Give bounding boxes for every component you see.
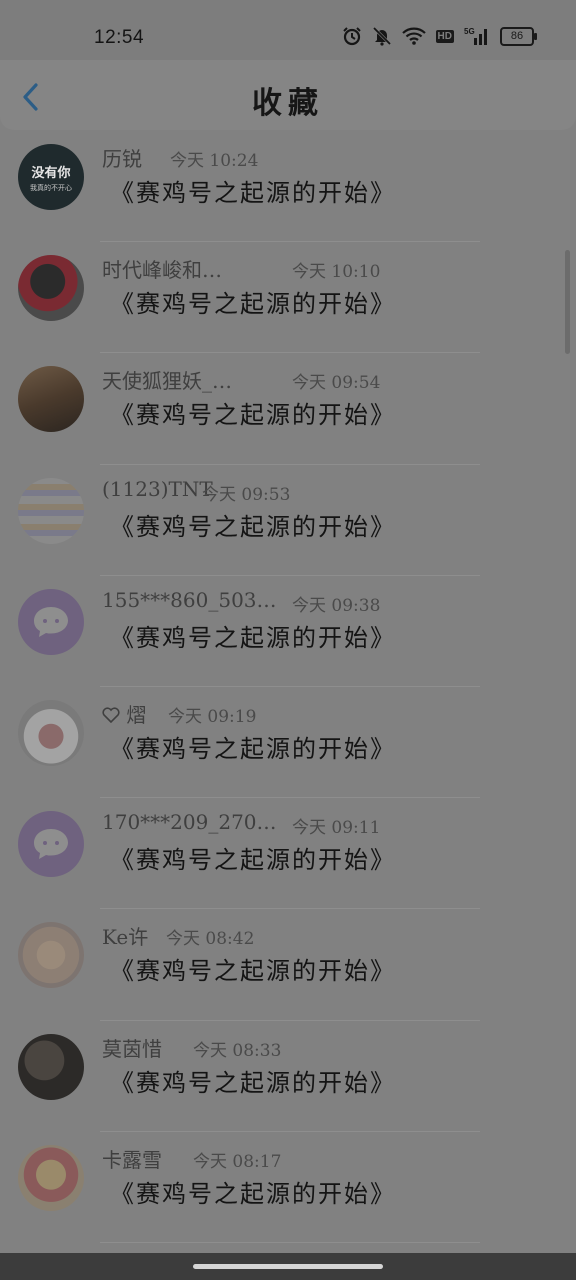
mute-icon (372, 26, 391, 46)
message-time: 今天 09:19 (168, 706, 257, 727)
battery-level: 86 (510, 30, 524, 42)
avatar-subtext: 我真的不开心 (30, 183, 72, 192)
avatar (18, 588, 84, 655)
avatar (18, 1144, 84, 1211)
status-bar: 12:54 HD 5G 86 (0, 0, 576, 60)
sender-name: 天使狐狸妖_… (102, 369, 232, 394)
home-indicator[interactable] (193, 1264, 383, 1269)
svg-text:5G: 5G (464, 27, 475, 36)
navigation-bar (0, 1253, 576, 1280)
avatar (18, 922, 84, 989)
message-time: 今天 08:33 (193, 1040, 282, 1061)
chat-bubble-icon (34, 829, 68, 860)
status-icons: HD 5G 86 (342, 26, 537, 46)
message-time: 今天 08:17 (193, 1151, 282, 1172)
message-text: 《赛鸡号之起源的开始》 (110, 290, 396, 319)
message-text: 《赛鸡号之起源的开始》 (110, 1068, 396, 1097)
message-text: 《赛鸡号之起源的开始》 (110, 846, 396, 875)
list-item[interactable]: 莫茵惜 今天 08:33 《赛鸡号之起源的开始》 (0, 1021, 576, 1132)
status-time: 12:54 (94, 27, 145, 48)
wifi-icon (401, 27, 426, 45)
alarm-icon (342, 27, 361, 46)
avatar (18, 1033, 84, 1100)
message-time: 今天 09:38 (292, 595, 381, 616)
avatar (18, 811, 84, 878)
message-time: 今天 09:11 (292, 818, 381, 839)
avatar: 没有你 我真的不开心 (18, 144, 84, 210)
message-text: 《赛鸡号之起源的开始》 (110, 1179, 396, 1208)
battery-indicator: 86 (500, 26, 537, 46)
message-time: 今天 09:54 (292, 373, 381, 394)
page-title: 收藏 (252, 86, 324, 121)
avatar (18, 477, 84, 544)
avatar (18, 366, 84, 433)
message-time: 今天 10:10 (292, 262, 381, 283)
list-item[interactable]: Ke许 今天 08:42 《赛鸡号之起源的开始》 (0, 909, 576, 1021)
message-text: 《赛鸡号之起源的开始》 (110, 512, 396, 541)
list-item[interactable]: 时代峰峻和… 今天 10:10 《赛鸡号之起源的开始》 (0, 242, 576, 354)
list-item[interactable]: 170***209_270… 今天 09:11 《赛鸡号之起源的开始》 (0, 798, 576, 910)
list-item[interactable]: 熠 今天 09:19 《赛鸡号之起源的开始》 (0, 687, 576, 799)
sender-name: Ke许 (102, 925, 149, 950)
message-text: 《赛鸡号之起源的开始》 (110, 734, 396, 763)
scrollbar[interactable] (565, 250, 570, 354)
sender-name: 155***860_503… (102, 587, 277, 612)
list-item[interactable]: 155***860_503… 今天 09:38 《赛鸡号之起源的开始》 (0, 576, 576, 687)
sender-name: 时代峰峻和… (102, 258, 222, 283)
chat-bubble-icon (34, 606, 68, 637)
message-text: 《赛鸡号之起源的开始》 (110, 179, 396, 207)
list-item[interactable]: 卡露雪 今天 08:17 《赛鸡号之起源的开始》 (0, 1132, 576, 1243)
message-time: 今天 10:24 (170, 151, 259, 171)
list-item[interactable]: 天使狐狸妖_… 今天 09:54 《赛鸡号之起源的开始》 (0, 353, 576, 465)
sender-name: (1123)TNT (102, 476, 213, 501)
sender-name: 卡露雪 (102, 1147, 162, 1172)
message-time: 今天 09:53 (202, 484, 291, 505)
message-text: 《赛鸡号之起源的开始》 (110, 623, 396, 652)
hd-badge: HD (435, 29, 454, 43)
heart-icon (102, 707, 120, 724)
divider (100, 1241, 480, 1243)
sender-name: 熠 (102, 699, 146, 728)
sender-name-text: 熠 (126, 702, 147, 727)
message-text: 《赛鸡号之起源的开始》 (110, 401, 396, 430)
message-time: 今天 08:42 (166, 929, 255, 950)
avatar (18, 255, 84, 322)
sender-name: 170***209_270… (102, 810, 277, 835)
top-bar: 收藏 (0, 60, 576, 130)
message-text: 《赛鸡号之起源的开始》 (110, 957, 396, 986)
avatar-text: 没有你 (31, 165, 71, 181)
signal-icon: 5G (464, 27, 487, 45)
avatar (18, 699, 84, 766)
sender-name: 莫茵惜 (102, 1036, 162, 1061)
list-item[interactable]: 没有你 我真的不开心 历锐 今天 10:24 《赛鸡号之起源的开始》 (0, 131, 576, 243)
list-item[interactable]: (1123)TNT 今天 09:53 《赛鸡号之起源的开始》 (0, 465, 576, 576)
sender-name: 历锐 (102, 147, 142, 171)
favorites-list: 没有你 我真的不开心 历锐 今天 10:24 《赛鸡号之起源的开始》 时代峰峻和… (0, 131, 576, 1251)
